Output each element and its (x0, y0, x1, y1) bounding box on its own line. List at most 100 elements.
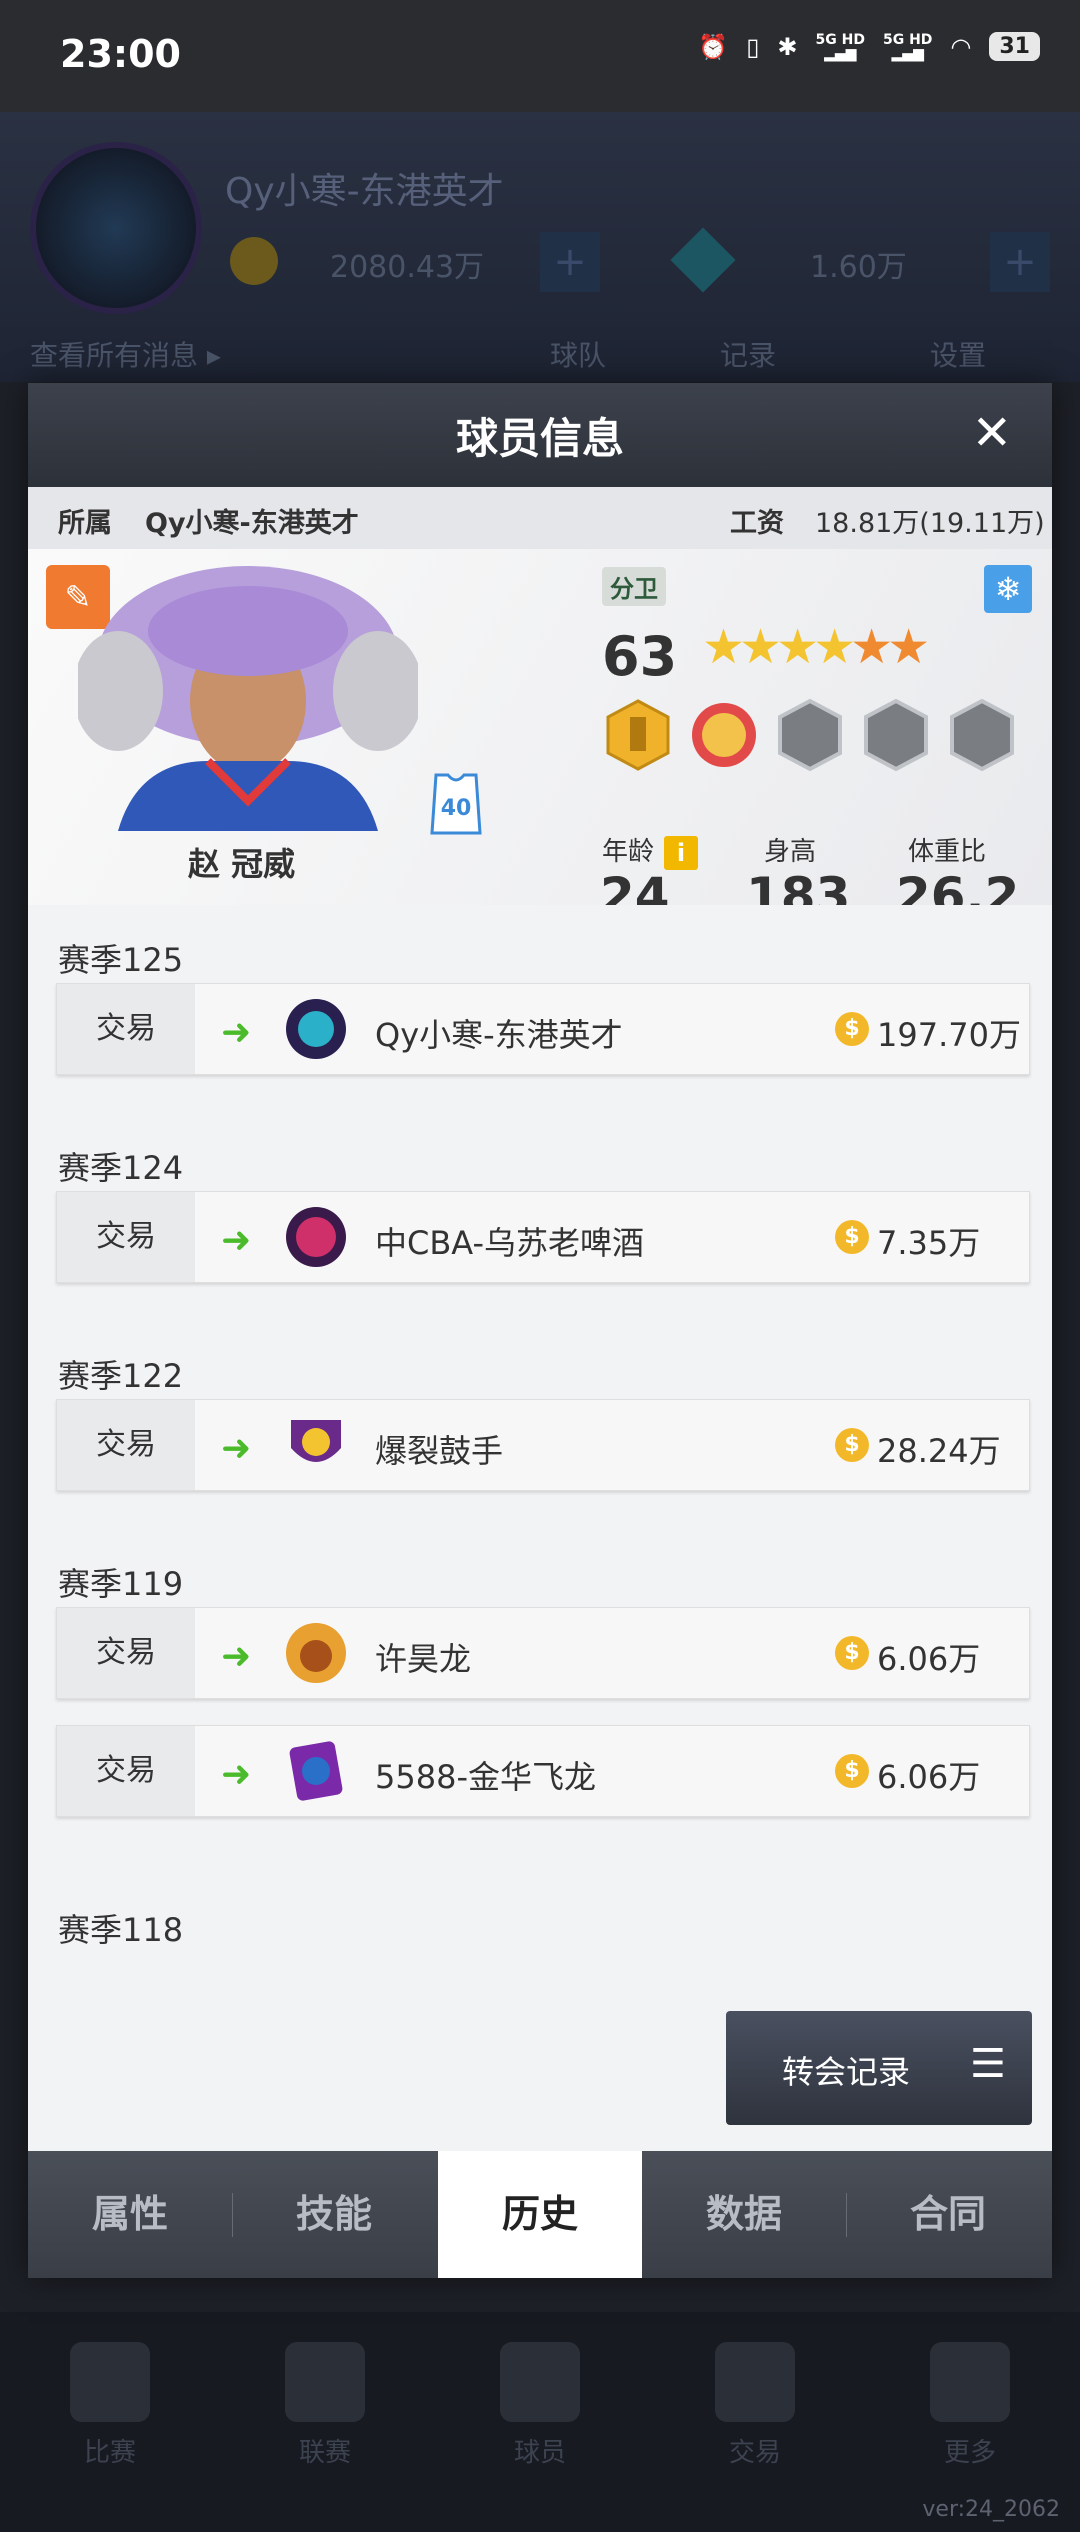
owner-label: 所属 (58, 508, 112, 539)
bg-nav-item: 更多 (920, 2342, 1020, 2469)
transfer-record-button[interactable]: 转会记录 ☰ (726, 2011, 1032, 2125)
coin-icon: $ (835, 1754, 869, 1788)
season-label: 赛季125 (58, 941, 184, 979)
bg-add-button: + (540, 232, 600, 292)
player-name: 赵 冠威 (188, 845, 296, 883)
team-name: 爆裂鼓手 (375, 1432, 504, 1470)
arrow-right-icon: ➜ (221, 1220, 252, 1261)
transfer-record-label: 转会记录 (782, 2053, 911, 2091)
tab-history[interactable]: 历史 (438, 2151, 642, 2278)
wifi-icon: ◠ (950, 32, 972, 61)
team-logo-icon (286, 1623, 346, 1683)
history-list: 赛季125 交易 ➜ Qy小寒-东港英才 $ 197.70万 赛季124 交易 … (28, 905, 1052, 1975)
transfer-fee: 7.35万 (877, 1224, 981, 1262)
tab-data[interactable]: 数据 (642, 2151, 846, 2278)
team-name: 5588-金华飞龙 (375, 1758, 596, 1796)
skill-badge-red-icon[interactable] (688, 699, 760, 771)
star-icon: ★ (887, 619, 930, 675)
skill-badge-gold-icon[interactable] (602, 699, 674, 771)
history-row[interactable]: 交易 ➜ 5588-金华飞龙 $ 6.06万 (56, 1725, 1030, 1817)
star-icon: ★ (702, 619, 745, 675)
arrow-right-icon: ➜ (221, 1636, 252, 1677)
menu-icon: ☰ (970, 2041, 1006, 2087)
bg-nav-item: 交易 (705, 2342, 805, 2469)
history-row[interactable]: 交易 ➜ 中CBA-乌苏老啤酒 $ 7.35万 (56, 1191, 1030, 1283)
salary-label: 工资 (730, 508, 784, 539)
skill-badge-locked-icon[interactable] (860, 699, 932, 771)
season-label: 赛季119 (58, 1565, 184, 1603)
transfer-fee: 6.06万 (877, 1640, 981, 1678)
alarm-icon: ⏰ (698, 32, 729, 61)
team-logo-icon (286, 1207, 346, 1267)
signal-icon: 5G HD ▂▄▆ (815, 31, 865, 62)
snowflake-icon[interactable]: ❄ (984, 565, 1032, 613)
transaction-type: 交易 (57, 1400, 195, 1490)
team-logo (30, 142, 202, 314)
close-button[interactable]: ✕ (972, 405, 1012, 461)
team-logo-icon (289, 1741, 343, 1801)
bg-add-button: + (990, 232, 1050, 292)
arrow-right-icon: ➜ (221, 1428, 252, 1469)
history-row[interactable]: 交易 ➜ 许昊龙 $ 6.06万 (56, 1607, 1030, 1699)
bg-currency-2: 1.60万 (810, 250, 907, 285)
bg-menu-settings: 设置 (930, 339, 987, 372)
star-icon: ★ (850, 619, 893, 675)
tab-skills[interactable]: 技能 (232, 2151, 436, 2278)
bluetooth-icon: ✱ (777, 32, 798, 61)
owner-team: Qy小寒-东港英才 (145, 508, 359, 539)
info-icon[interactable]: i (664, 835, 699, 870)
transaction-type: 交易 (57, 1192, 195, 1282)
modal-header: 球员信息 ✕ (28, 383, 1052, 487)
bg-currency-1: 2080.43万 (330, 250, 485, 285)
team-name: Qy小寒-东港英才 (375, 1016, 623, 1054)
transaction-type: 交易 (57, 1726, 195, 1816)
bg-nav-item: 联赛 (275, 2342, 375, 2469)
star-icon: ★ (776, 619, 819, 675)
owner-salary-strip: 所属 Qy小寒-东港英才 工资 18.81万(19.11万) (28, 487, 1052, 549)
arrow-right-icon: ➜ (221, 1754, 252, 1795)
transaction-type: 交易 (57, 984, 195, 1074)
coin-icon: $ (835, 1012, 869, 1046)
age-label: 年龄 i (602, 831, 699, 870)
coin-icon: $ (835, 1220, 869, 1254)
bg-header: Qy小寒-东港英才 2080.43万 + 1.60万 + 查看所有消息 ▸ 球队… (0, 112, 1080, 382)
team-logo-icon (291, 1420, 341, 1462)
signal-icon: 5G HD ▂▄▆ (882, 31, 933, 62)
tab-attributes[interactable]: 属性 (28, 2151, 232, 2278)
season-label: 赛季122 (58, 1357, 184, 1395)
team-name: 许昊龙 (375, 1640, 472, 1678)
player-portrait (78, 566, 418, 831)
bg-menu-team: 球队 (550, 339, 607, 372)
skill-badge-locked-icon[interactable] (946, 699, 1018, 771)
weight-label: 体重比 (908, 837, 987, 867)
star-icon: ★ (739, 619, 782, 675)
bg-menu-record: 记录 (720, 339, 777, 372)
transfer-fee: 197.70万 (877, 1016, 1021, 1054)
history-row[interactable]: 交易 ➜ 爆裂鼓手 $ 28.24万 (56, 1399, 1030, 1491)
status-icons: ⏰ ▯ ✱ 5G HD ▂▄▆ 5G HD ▂▄▆ ◠ 31 (698, 32, 1040, 61)
season-label: 赛季124 (58, 1149, 184, 1187)
transfer-fee: 28.24万 (877, 1432, 1001, 1470)
transaction-type: 交易 (57, 1608, 195, 1698)
version-label: ver:24_2062 (922, 2497, 1060, 2522)
tab-contract[interactable]: 合同 (846, 2151, 1050, 2278)
modal-tabs: 属性 技能 历史 数据 合同 (28, 2151, 1052, 2278)
status-bar: 23:00 ⏰ ▯ ✱ 5G HD ▂▄▆ 5G HD ▂▄▆ ◠ 31 (0, 0, 1080, 112)
clock: 23:00 (60, 32, 181, 76)
coin-icon: $ (835, 1428, 869, 1462)
modal-title: 球员信息 (455, 414, 624, 463)
history-row[interactable]: 交易 ➜ Qy小寒-东港英才 $ 197.70万 (56, 983, 1030, 1075)
star-rating: ★★★★★★ (702, 619, 930, 675)
height-label: 身高 (764, 837, 817, 867)
star-icon: ★ (813, 619, 856, 675)
coin-icon: $ (835, 1636, 869, 1670)
team-name: 中CBA-乌苏老啤酒 (375, 1224, 645, 1262)
bg-nav-item: 球员 (490, 2342, 590, 2469)
skill-badge-locked-icon[interactable] (774, 699, 846, 771)
team-logo-icon (286, 999, 346, 1059)
bg-menu-messages: 查看所有消息 ▸ (30, 339, 221, 372)
season-label: 赛季118 (58, 1911, 184, 1949)
jersey-number: 40 (441, 796, 472, 821)
player-rating: 63 (602, 625, 678, 688)
position-badge: 分卫 (602, 567, 666, 606)
